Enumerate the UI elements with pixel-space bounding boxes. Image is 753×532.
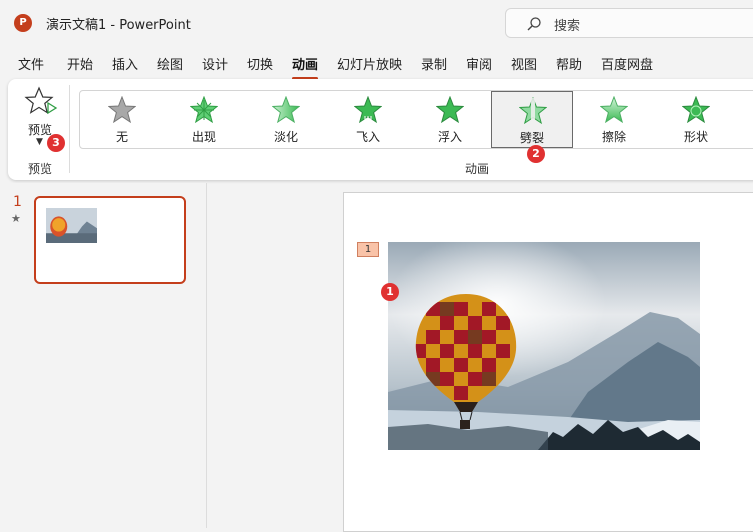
animation-shape[interactable]: 形状 xyxy=(655,91,737,148)
step-badge-3: 3 xyxy=(47,134,65,152)
thumbnail-image xyxy=(46,208,97,243)
tab-insert[interactable]: 插入 xyxy=(112,54,138,73)
tab-review[interactable]: 审阅 xyxy=(466,54,492,73)
search-placeholder: 搜索 xyxy=(554,19,581,34)
tab-slideshow[interactable]: 幻灯片放映 xyxy=(337,54,402,73)
animation-label: 形状 xyxy=(683,130,708,144)
tab-baidu-netdisk[interactable]: 百度网盘 xyxy=(601,54,653,73)
search-icon xyxy=(527,17,541,31)
animation-label: 浮入 xyxy=(437,130,462,144)
balloon-photo[interactable] xyxy=(388,242,700,450)
star-appear-icon xyxy=(190,96,218,124)
animations-ribbon: 预览 ▼ 预览 无 出现 淡化 飞入 浮入 劈裂 擦除 形状 动画 xyxy=(8,79,753,180)
animation-marker-icon: ★ xyxy=(11,212,21,225)
tab-file[interactable]: 文件 xyxy=(18,54,44,73)
powerpoint-logo-icon: P xyxy=(14,14,32,32)
tab-design[interactable]: 设计 xyxy=(202,54,228,73)
animation-split[interactable]: 劈裂 xyxy=(491,91,573,148)
tab-animations[interactable]: 动画 xyxy=(292,54,319,80)
tab-view[interactable]: 视图 xyxy=(511,54,537,73)
slide-number: 1 xyxy=(13,194,22,210)
preview-group: 预览 ▼ 预览 xyxy=(8,79,70,180)
star-float-in-icon xyxy=(436,96,464,124)
animation-wipe[interactable]: 擦除 xyxy=(573,91,655,148)
window-title: 演示文稿1 - PowerPoint xyxy=(46,18,191,33)
step-badge-2: 2 xyxy=(527,145,545,163)
animation-fade[interactable]: 淡化 xyxy=(245,91,327,148)
step-badge-1: 1 xyxy=(381,283,399,301)
star-split-icon xyxy=(519,97,547,125)
tab-home[interactable]: 开始 xyxy=(67,54,93,73)
search-box[interactable]: 搜索 xyxy=(505,8,753,38)
animation-label: 擦除 xyxy=(601,130,626,144)
animation-label: 淡化 xyxy=(273,130,298,144)
star-fly-in-icon xyxy=(354,96,382,125)
panel-divider xyxy=(206,183,207,528)
animation-fly-in[interactable]: 飞入 xyxy=(327,91,409,148)
tab-help[interactable]: 帮助 xyxy=(556,54,582,73)
tab-record[interactable]: 录制 xyxy=(421,54,447,73)
star-wipe-icon xyxy=(600,96,628,124)
animation-label: 出现 xyxy=(191,130,216,144)
preview-label: 预览 xyxy=(28,123,53,137)
animation-label: 飞入 xyxy=(355,130,380,144)
animation-group-label: 动画 xyxy=(465,162,490,176)
animation-appear[interactable]: 出现 xyxy=(163,91,245,148)
animation-float-in[interactable]: 浮入 xyxy=(409,91,491,148)
group-divider xyxy=(69,85,70,173)
animation-order-tag[interactable]: 1 xyxy=(357,242,379,257)
tab-draw[interactable]: 绘图 xyxy=(157,54,183,73)
chevron-down-icon[interactable]: ▼ xyxy=(36,137,43,147)
tab-transitions[interactable]: 切换 xyxy=(247,54,273,73)
preview-group-label: 预览 xyxy=(28,162,53,176)
animation-label: 劈裂 xyxy=(519,131,544,145)
animation-none[interactable]: 无 xyxy=(81,91,163,148)
preview-star-icon xyxy=(24,86,58,115)
ribbon-tabs: 文件 开始 插入 绘图 设计 切换 动画 幻灯片放映 录制 审阅 视图 帮助 百… xyxy=(0,50,753,80)
animation-gallery: 无 出现 淡化 飞入 浮入 劈裂 擦除 形状 xyxy=(79,90,753,149)
title-bar: P 演示文稿1 - PowerPoint 搜索 xyxy=(0,0,753,44)
star-fade-icon xyxy=(272,96,300,124)
star-shape-icon xyxy=(682,96,710,124)
star-none-icon xyxy=(108,96,136,124)
animation-label: 无 xyxy=(115,130,128,144)
